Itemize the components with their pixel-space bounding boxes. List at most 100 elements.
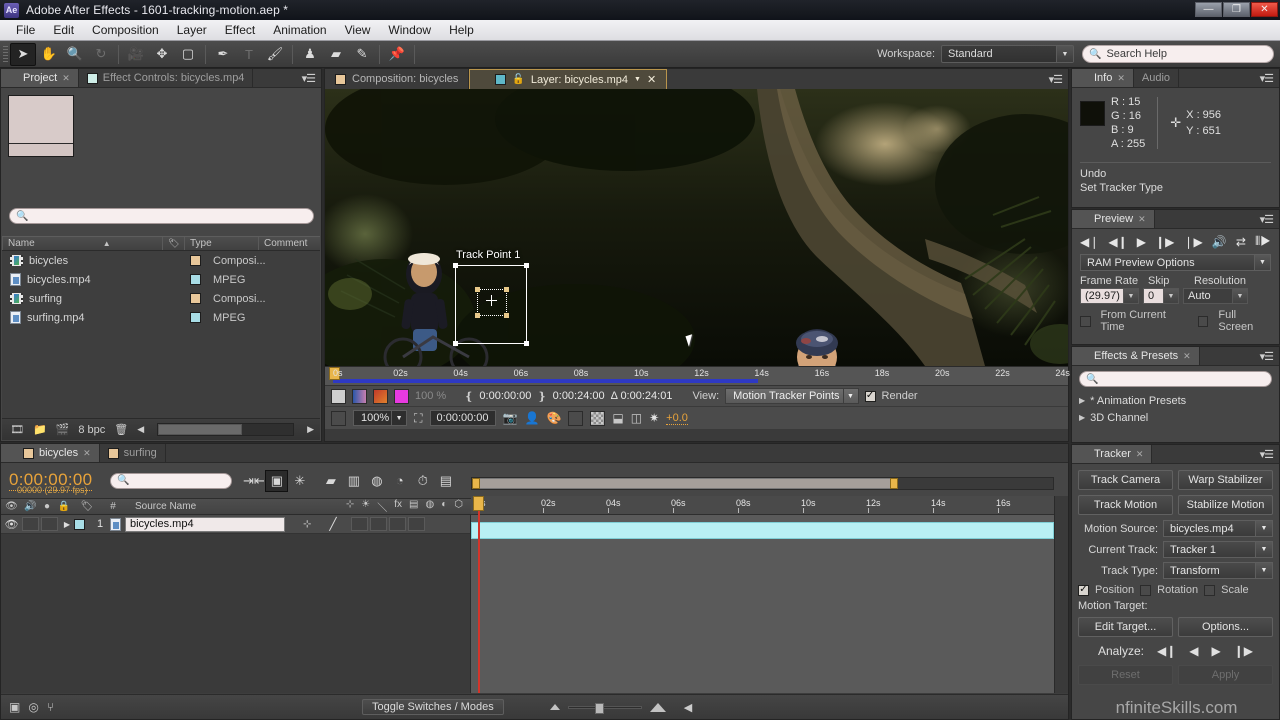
- timeline-grid[interactable]: [471, 515, 1054, 693]
- navigator-end-cap[interactable]: [890, 478, 898, 489]
- layer-blend-icon[interactable]: ╱: [329, 517, 336, 531]
- feature-region-handle-bl[interactable]: [475, 313, 480, 318]
- chevron-right-icon[interactable]: ▶: [1079, 396, 1085, 405]
- hand-tool[interactable]: ✋: [36, 43, 62, 66]
- last-frame-button[interactable]: ❘▶: [1183, 235, 1202, 249]
- chevron-down-icon[interactable]: ▼: [634, 76, 641, 83]
- menu-file[interactable]: File: [7, 21, 44, 39]
- render-checkbox[interactable]: ✓: [864, 390, 876, 402]
- tab-effects-presets[interactable]: Effects & Presets ✕: [1072, 347, 1200, 365]
- selection-tool[interactable]: ➤: [10, 42, 36, 66]
- menu-edit[interactable]: Edit: [44, 21, 83, 39]
- layer-expand-triangle[interactable]: ▶: [60, 520, 74, 529]
- comp-mini-flowchart-icon[interactable]: ◎: [28, 700, 38, 714]
- layer-switch-2[interactable]: [369, 517, 387, 531]
- search-region-handle-tr[interactable]: [524, 263, 529, 268]
- minimize-button[interactable]: —: [1195, 2, 1222, 17]
- always-preview-icon[interactable]: [331, 410, 346, 426]
- timeline-current-time-indicator[interactable]: [473, 496, 484, 511]
- tab-preview[interactable]: Preview ✕: [1072, 210, 1155, 228]
- panel-menu-icon[interactable]: ▾☰: [1260, 350, 1274, 363]
- zoom-tool[interactable]: 🔍: [62, 43, 88, 66]
- set-out-point-icon[interactable]: ❵: [537, 390, 546, 403]
- layer-switch-4[interactable]: [407, 517, 425, 531]
- pan-behind-tool[interactable]: ✥: [149, 43, 175, 66]
- tab-timeline-bicycles[interactable]: bicycles ✕: [1, 444, 100, 462]
- motion-source-select[interactable]: bicycles.mp4 ▼: [1163, 520, 1273, 537]
- close-icon[interactable]: ✕: [1136, 449, 1144, 460]
- graph-editor-icon[interactable]: ◔: [388, 470, 411, 492]
- view-select[interactable]: Motion Tracker Points ▼: [725, 388, 859, 404]
- comp-flowchart-icon[interactable]: ▣: [9, 700, 20, 714]
- track-camera-button[interactable]: Track Camera: [1078, 470, 1173, 490]
- video-stage[interactable]: Track Point 1: [325, 89, 1068, 366]
- rotation-checkbox[interactable]: ✓: [1140, 584, 1152, 596]
- project-item-label-swatch[interactable]: [190, 255, 201, 266]
- lock-icon[interactable]: 🔓: [512, 74, 524, 85]
- search-region-handle-bl[interactable]: [453, 341, 458, 346]
- list-item[interactable]: bicycles.mp4 MPEG: [2, 270, 320, 289]
- resolution-icon[interactable]: [568, 410, 584, 426]
- layer-number-column[interactable]: #: [101, 501, 125, 512]
- panel-menu-icon[interactable]: ▾☰: [1260, 72, 1274, 85]
- brush-tool[interactable]: 🖌: [262, 43, 288, 66]
- pen-tool[interactable]: ✒: [210, 43, 236, 66]
- warp-stabilizer-button[interactable]: Warp Stabilizer: [1178, 470, 1273, 490]
- close-button[interactable]: ✕: [1251, 2, 1278, 17]
- timeline-zoom-slider[interactable]: [567, 702, 642, 714]
- panel-menu-icon[interactable]: ▾☰: [1260, 448, 1274, 461]
- close-icon[interactable]: ✕: [1117, 73, 1125, 84]
- audio-button[interactable]: 🔊: [1212, 235, 1227, 249]
- stabilize-motion-button[interactable]: Stabilize Motion: [1178, 495, 1273, 515]
- close-icon[interactable]: ✕: [83, 448, 91, 459]
- menu-help[interactable]: Help: [440, 21, 483, 39]
- brainstorm-icon[interactable]: ◍: [365, 470, 388, 492]
- full-screen-checkbox[interactable]: ✓: [1197, 315, 1209, 327]
- toggle-switches-modes-button[interactable]: Toggle Switches / Modes: [362, 699, 504, 715]
- menu-view[interactable]: View: [336, 21, 380, 39]
- layer-label-swatch[interactable]: [74, 518, 85, 530]
- column-type[interactable]: Type: [184, 237, 258, 250]
- eraser-tool[interactable]: ▰: [323, 43, 349, 66]
- play-button[interactable]: ▶: [1137, 235, 1146, 249]
- skip-field[interactable]: 0: [1143, 288, 1164, 304]
- timeline-navigator-bar[interactable]: [471, 477, 1054, 490]
- panel-menu-icon[interactable]: ▾☰: [302, 72, 316, 85]
- track-point-crosshair[interactable]: [486, 295, 497, 306]
- hide-shy-layers-icon[interactable]: ✳: [288, 470, 311, 492]
- render-target-icon[interactable]: [373, 388, 388, 404]
- scroll-left-arrow[interactable]: ◀: [137, 424, 144, 435]
- zoom-select[interactable]: 100% ▼: [353, 410, 408, 426]
- tab-project[interactable]: Project ✕: [1, 69, 79, 87]
- current-time-field[interactable]: 0:00:00:00: [429, 410, 496, 426]
- zoom-out-icon[interactable]: [549, 704, 560, 710]
- timeline-search-input[interactable]: 🔍: [110, 472, 233, 489]
- alpha-overlay-icon[interactable]: [352, 388, 367, 404]
- alpha-boundary-icon[interactable]: [331, 388, 346, 404]
- type-tool[interactable]: T: [236, 43, 262, 66]
- in-point-value[interactable]: 0:00:00:00: [479, 390, 531, 402]
- list-item[interactable]: surfing Composi...: [2, 289, 320, 308]
- roto-brush-tool[interactable]: ✎: [349, 43, 375, 66]
- options-button[interactable]: Options...: [1178, 617, 1273, 637]
- draft-3d-icon[interactable]: ▣: [265, 469, 289, 492]
- close-icon[interactable]: ✕: [1183, 351, 1191, 362]
- feature-region-handle-tl[interactable]: [475, 287, 480, 292]
- tab-timeline-surfing[interactable]: surfing: [99, 444, 166, 462]
- motion-blur-switch-icon[interactable]: ▤: [434, 470, 457, 492]
- layer-switch-1[interactable]: [350, 517, 368, 531]
- search-region-handle-tl[interactable]: [453, 263, 458, 268]
- menu-animation[interactable]: Animation: [264, 21, 335, 39]
- edit-target-button[interactable]: Edit Target...: [1078, 617, 1173, 637]
- project-item-label-swatch[interactable]: [190, 274, 201, 285]
- project-item-label-swatch[interactable]: [190, 312, 201, 323]
- tab-layer-bicycles[interactable]: 🔓 Layer: bicycles.mp4 ▼ ✕: [469, 69, 668, 89]
- menu-layer[interactable]: Layer: [168, 21, 216, 39]
- timeline-vertical-scrollbar[interactable]: [1054, 496, 1068, 693]
- opacity-value[interactable]: 100 %: [415, 390, 446, 402]
- zoom-slider-knob[interactable]: [594, 702, 604, 714]
- rotation-tool[interactable]: ↻: [88, 43, 114, 66]
- effects-search-input[interactable]: 🔍: [1079, 371, 1272, 387]
- toolbar-grip[interactable]: [2, 44, 10, 64]
- show-snapshot-icon[interactable]: 👤: [525, 411, 540, 425]
